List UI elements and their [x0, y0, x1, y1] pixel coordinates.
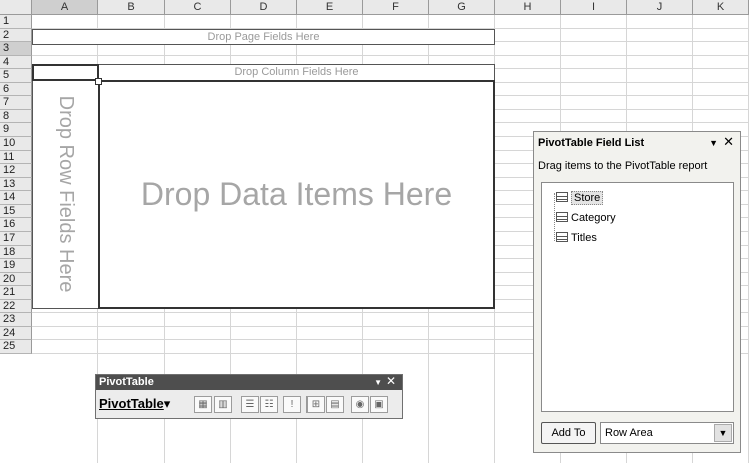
- column-header-c[interactable]: C: [165, 0, 231, 15]
- row-fields-label: Drop Row Fields Here: [55, 95, 77, 293]
- column-header-e[interactable]: E: [297, 0, 363, 15]
- toolbar-close-icon[interactable]: ✕: [386, 374, 396, 389]
- column-fields-label: Drop Column Fields Here: [234, 66, 359, 78]
- always-display-items-icon[interactable]: ▤: [326, 396, 344, 413]
- row-header-4[interactable]: 4: [0, 55, 32, 70]
- row-header-21[interactable]: 21: [0, 286, 32, 300]
- field-item-titles[interactable]: Titles: [556, 229, 597, 247]
- column-header-g[interactable]: G: [429, 0, 495, 15]
- include-hidden-items-icon[interactable]: ⊞: [307, 396, 325, 413]
- field-icon: [556, 212, 568, 222]
- add-to-button[interactable]: Add To: [541, 422, 596, 444]
- column-header-d[interactable]: D: [231, 0, 297, 15]
- row-header-16[interactable]: 16: [0, 218, 32, 232]
- refresh-data-icon[interactable]: !: [283, 396, 301, 413]
- row-header-8[interactable]: 8: [0, 109, 32, 124]
- active-cell-a3[interactable]: [32, 64, 99, 81]
- field-settings-icon[interactable]: ◉: [351, 396, 369, 413]
- row-header-7[interactable]: 7: [0, 96, 32, 110]
- row-header-5[interactable]: 5: [0, 69, 32, 83]
- field-list-close-icon[interactable]: ✕: [723, 135, 734, 149]
- pivottable-menu-label: PivotTable: [99, 396, 164, 411]
- field-item-label: Titles: [571, 232, 597, 244]
- column-header-f[interactable]: F: [363, 0, 429, 15]
- select-all-corner[interactable]: [0, 0, 32, 15]
- column-header-a[interactable]: A: [32, 0, 98, 15]
- column-header-b[interactable]: B: [98, 0, 165, 15]
- show-detail-icon[interactable]: ☷: [260, 396, 278, 413]
- row-header-1[interactable]: 1: [0, 15, 32, 29]
- chart-wizard-icon[interactable]: ▥: [214, 396, 232, 413]
- show-field-list-icon[interactable]: ▣: [370, 396, 388, 413]
- field-list-instructions: Drag items to the PivotTable report: [538, 160, 708, 172]
- toolbar-title[interactable]: PivotTable: [96, 375, 402, 390]
- row-header-18[interactable]: 18: [0, 245, 32, 260]
- grid-hline: [32, 54, 749, 56]
- pivottable-toolbar: PivotTable ▼ ✕ PivotTable▾ ▦ ▥ ☰ ☷! ⊞ ▤ ◉ ▣: [95, 374, 403, 419]
- row-header-25[interactable]: 25: [0, 340, 32, 354]
- toolbar-options-icon[interactable]: ▼: [374, 375, 382, 390]
- row-header-11[interactable]: 11: [0, 150, 32, 165]
- row-header-19[interactable]: 19: [0, 259, 32, 273]
- row-header-9[interactable]: 9: [0, 123, 32, 138]
- pivottable-menu-button[interactable]: PivotTable▾: [99, 393, 170, 415]
- tree-connector: [554, 193, 555, 241]
- field-icon: [556, 232, 568, 242]
- menu-arrow-icon: ▾: [163, 396, 171, 411]
- field-item-category[interactable]: Category: [556, 209, 616, 227]
- row-header-17[interactable]: 17: [0, 231, 32, 246]
- spreadsheet-grid[interactable]: ABCDEFGHIJK 1 2 3 4 5 6 7 8 9 10 11 12 13 14 15 16 17 18 1…: [0, 0, 749, 463]
- field-item-label: Category: [571, 212, 616, 224]
- chevron-down-icon[interactable]: ▼: [714, 424, 732, 442]
- field-item-label: Store: [571, 191, 604, 205]
- row-header-23[interactable]: 23: [0, 313, 32, 327]
- column-header-h[interactable]: H: [495, 0, 561, 15]
- row-header-13[interactable]: 13: [0, 177, 32, 192]
- field-item-store[interactable]: Store: [556, 189, 604, 207]
- field-icon: [556, 192, 568, 202]
- row-header-12[interactable]: 12: [0, 164, 32, 178]
- field-list-tree[interactable]: Store Category Titles: [541, 182, 734, 412]
- row-header-24[interactable]: 24: [0, 326, 32, 341]
- column-header-j[interactable]: J: [627, 0, 693, 15]
- column-header-i[interactable]: I: [561, 0, 627, 15]
- row-header-15[interactable]: 15: [0, 204, 32, 219]
- row-header-2[interactable]: 2: [0, 28, 32, 43]
- field-list-dropdown-icon[interactable]: ▼: [709, 136, 718, 150]
- area-select[interactable]: Row Area ▼: [600, 422, 734, 444]
- column-fields-drop-zone[interactable]: Drop Column Fields Here: [98, 64, 495, 81]
- area-select-value: Row Area: [605, 427, 653, 439]
- row-header-20[interactable]: 20: [0, 272, 32, 287]
- row-header-3[interactable]: 3: [0, 42, 32, 56]
- column-header-k[interactable]: K: [693, 0, 749, 15]
- row-header-10[interactable]: 10: [0, 137, 32, 151]
- pivottable-field-list-pane: PivotTable Field List ▼ ✕ Drag items to …: [533, 131, 741, 453]
- format-report-icon[interactable]: ▦: [194, 396, 212, 413]
- row-header-6[interactable]: 6: [0, 82, 32, 97]
- data-items-label: Drop Data Items Here: [140, 176, 453, 212]
- page-fields-drop-zone[interactable]: Drop Page Fields Here: [32, 29, 495, 45]
- hide-detail-icon[interactable]: ☰: [241, 396, 259, 413]
- row-header-14[interactable]: 14: [0, 191, 32, 205]
- cell-fill-handle[interactable]: [95, 78, 102, 85]
- page-fields-label: Drop Page Fields Here: [207, 31, 320, 43]
- row-header-22[interactable]: 22: [0, 299, 32, 314]
